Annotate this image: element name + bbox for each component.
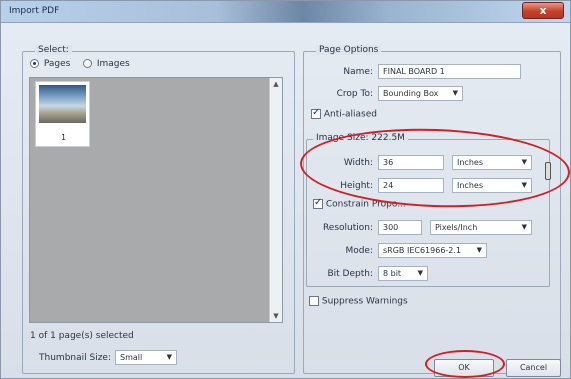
crop-to-value: Bounding Box <box>383 89 439 98</box>
radio-images[interactable]: Images <box>83 59 130 69</box>
radio-pages-button[interactable] <box>30 59 39 68</box>
page-preview-image <box>39 85 86 123</box>
bit-depth-dropdown[interactable]: 8 bit ▼ <box>378 266 428 281</box>
close-button[interactable]: x <box>522 2 564 19</box>
bit-depth-label: Bit Depth: <box>327 269 373 279</box>
radio-pages[interactable]: Pages <box>30 59 70 69</box>
page-thumbnail-pane[interactable]: 1 ▲ ▼ <box>29 77 283 323</box>
suppress-warnings-checkbox[interactable] <box>309 296 319 306</box>
annotation-ellipse-ok <box>425 350 505 378</box>
page-thumbnail[interactable]: 1 <box>35 81 90 147</box>
crop-to-label: Crop To: <box>336 89 373 99</box>
suppress-warnings-option[interactable]: Suppress Warnings <box>309 296 408 307</box>
thumbnail-scrollbar[interactable]: ▲ ▼ <box>269 78 282 322</box>
crop-to-dropdown[interactable]: Bounding Box ▼ <box>378 86 463 101</box>
scroll-down-arrow-icon[interactable]: ▼ <box>270 310 282 322</box>
resolution-label: Resolution: <box>322 223 373 233</box>
anti-aliased-option[interactable]: Anti-aliased <box>311 107 377 120</box>
resolution-field[interactable]: 300 <box>378 220 422 235</box>
resolution-unit-dropdown[interactable]: Pixels/Inch ▼ <box>430 220 532 235</box>
bit-depth-value: 8 bit <box>383 269 402 278</box>
radio-images-label: Images <box>96 59 130 69</box>
thumbnail-size-value: Small <box>120 353 143 362</box>
name-label: Name: <box>343 67 373 77</box>
selection-status: 1 of 1 page(s) selected <box>30 331 134 341</box>
chevron-down-icon: ▼ <box>521 223 527 231</box>
chevron-down-icon: ▼ <box>476 246 482 254</box>
window-title: Import PDF <box>9 6 60 16</box>
radio-pages-label: Pages <box>43 59 71 69</box>
constrain-proportions-checkbox[interactable] <box>313 197 323 209</box>
mode-label: Mode: <box>345 246 373 256</box>
select-group-label: Select: <box>35 45 72 55</box>
chevron-down-icon: ▼ <box>417 269 423 277</box>
scroll-up-arrow-icon[interactable]: ▲ <box>270 78 282 90</box>
anti-aliased-label: Anti-aliased <box>323 109 377 120</box>
cancel-button[interactable]: Cancel <box>506 359 561 377</box>
thumbnail-size-dropdown[interactable]: Small ▼ <box>115 350 177 365</box>
title-bar[interactable]: Import PDF x <box>1 1 570 23</box>
anti-aliased-checkbox[interactable] <box>311 107 321 119</box>
radio-images-button[interactable] <box>83 59 92 68</box>
mode-dropdown[interactable]: sRGB IEC61966-2.1 ▼ <box>378 243 487 258</box>
mode-value: sRGB IEC61966-2.1 <box>383 246 462 255</box>
import-pdf-dialog: Import PDF x Select: Pages Images 1 ▲ ▼ … <box>0 0 571 379</box>
thumbnail-size-label: Thumbnail Size: <box>39 353 111 363</box>
chevron-down-icon: ▼ <box>166 353 172 361</box>
name-field[interactable]: FINAL BOARD 1 <box>378 64 521 79</box>
resolution-unit-value: Pixels/Inch <box>435 223 478 232</box>
chevron-down-icon: ▼ <box>452 89 458 97</box>
page-options-label: Page Options <box>316 45 382 55</box>
suppress-warnings-label: Suppress Warnings <box>321 296 408 307</box>
page-number: 1 <box>60 133 67 142</box>
